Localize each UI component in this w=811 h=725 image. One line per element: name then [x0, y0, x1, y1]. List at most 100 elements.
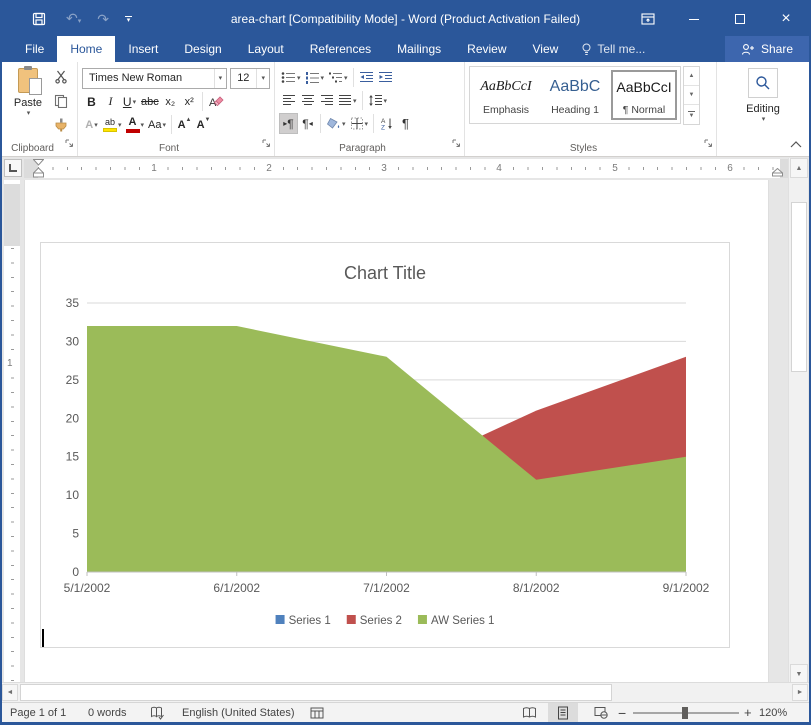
- align-right-button[interactable]: [317, 90, 336, 111]
- y-tick-label: 20: [66, 411, 80, 425]
- minimize-button[interactable]: [671, 2, 717, 36]
- styles-dialog-launcher[interactable]: [703, 135, 713, 153]
- shrink-font-button[interactable]: A▼: [194, 114, 213, 135]
- styles-scroll-up-button[interactable]: ▲: [684, 67, 699, 86]
- show-paragraph-marks-button[interactable]: ¶: [396, 113, 415, 134]
- scroll-down-button[interactable]: ▼: [790, 664, 808, 684]
- decrease-indent-button[interactable]: [357, 67, 376, 88]
- tab-insert[interactable]: Insert: [115, 36, 171, 62]
- redo-button[interactable]: ↷: [97, 12, 109, 26]
- scroll-down-icon: ▼: [796, 671, 803, 678]
- text-effects-button[interactable]: A▾: [82, 114, 101, 135]
- share-label: Share: [761, 42, 793, 56]
- copy-button[interactable]: [50, 90, 72, 112]
- styles-more-button[interactable]: ▼: [684, 105, 699, 124]
- word-count[interactable]: 0 words: [88, 703, 127, 722]
- vertical-scroll-thumb[interactable]: [791, 202, 807, 372]
- font-dialog-launcher[interactable]: [261, 135, 271, 153]
- editing-group-label[interactable]: Editing: [746, 103, 780, 115]
- font-size-caret-icon[interactable]: ▾: [256, 69, 269, 88]
- tab-home[interactable]: Home: [57, 36, 115, 62]
- web-layout-button[interactable]: [586, 703, 616, 722]
- maximize-button[interactable]: [717, 2, 763, 36]
- font-name-combo[interactable]: Times New Roman ▾: [82, 68, 227, 89]
- tab-review[interactable]: Review: [454, 36, 519, 62]
- tab-mailings[interactable]: Mailings: [384, 36, 454, 62]
- paste-button[interactable]: Paste ▾: [8, 68, 48, 134]
- undo-button[interactable]: ↶▾: [66, 10, 81, 28]
- tab-file[interactable]: File: [12, 36, 57, 62]
- horizontal-scroll-thumb[interactable]: [20, 684, 612, 701]
- format-painter-button[interactable]: [50, 114, 72, 136]
- tab-design[interactable]: Design: [171, 36, 234, 62]
- font-color-button[interactable]: A ▾: [124, 114, 147, 135]
- horizontal-scrollbar[interactable]: ◄ ►: [2, 682, 809, 702]
- page-indicator[interactable]: Page 1 of 1: [10, 703, 66, 722]
- line-spacing-button[interactable]: ▾: [366, 90, 390, 111]
- chart-object[interactable]: 5/1/20026/1/20027/1/20028/1/20029/1/2002…: [40, 242, 730, 648]
- clipboard-dialog-launcher[interactable]: [64, 135, 74, 153]
- tab-layout[interactable]: Layout: [235, 36, 297, 62]
- font-name-caret-icon[interactable]: ▾: [214, 69, 227, 88]
- paragraph-dialog-launcher[interactable]: [451, 135, 461, 153]
- indent-markers[interactable]: [33, 159, 44, 178]
- left-to-right-button[interactable]: ▸¶: [279, 113, 298, 134]
- bullet-list-button[interactable]: ▾: [279, 67, 303, 88]
- customize-qat-button[interactable]: ▾: [125, 16, 132, 23]
- styles-scroll-down-button[interactable]: ▼: [684, 86, 699, 105]
- document-area[interactable]: 1 5/1/20026/1/20027/1/20028/1/20029/1/20…: [2, 180, 809, 682]
- cut-button[interactable]: [50, 66, 72, 88]
- zoom-slider-handle[interactable]: [682, 707, 688, 719]
- right-indent-marker[interactable]: [772, 168, 783, 177]
- zoom-out-button[interactable]: −: [618, 703, 626, 722]
- tab-view[interactable]: View: [520, 36, 572, 62]
- clear-formatting-button[interactable]: A: [206, 91, 226, 112]
- font-size-combo[interactable]: 12 ▾: [230, 68, 270, 89]
- language-indicator[interactable]: English (United States): [182, 703, 295, 722]
- tab-selector-button[interactable]: [4, 159, 22, 177]
- proofing-status-button[interactable]: [150, 703, 165, 722]
- underline-button[interactable]: U▾: [120, 91, 139, 112]
- justify-button[interactable]: ▾: [336, 90, 359, 111]
- sort-button[interactable]: AZ: [377, 113, 396, 134]
- read-mode-button[interactable]: [514, 703, 544, 722]
- italic-button[interactable]: I: [101, 91, 120, 112]
- align-center-button[interactable]: [298, 90, 317, 111]
- collapse-ribbon-button[interactable]: [790, 135, 802, 153]
- superscript-button[interactable]: x²: [180, 91, 199, 112]
- right-to-left-button[interactable]: ¶◂: [298, 113, 317, 134]
- multilevel-list-button[interactable]: ▾: [326, 67, 350, 88]
- close-button[interactable]: ×: [763, 2, 809, 36]
- font-size-value: 12: [237, 72, 249, 84]
- macro-record-button[interactable]: [310, 703, 324, 722]
- style-card-normal-selected[interactable]: AaBbCcI ¶ Normal: [611, 70, 677, 120]
- align-left-button[interactable]: [279, 90, 298, 111]
- zoom-in-button[interactable]: +: [744, 703, 752, 722]
- scroll-up-button[interactable]: ▲: [790, 158, 808, 178]
- ribbon-display-options-button[interactable]: [625, 2, 671, 36]
- tell-me-box[interactable]: Tell me...: [571, 36, 655, 62]
- style-card-heading1[interactable]: AaBbC Heading 1: [542, 70, 608, 120]
- borders-button[interactable]: ▾: [348, 113, 371, 134]
- zoom-level[interactable]: 120%: [759, 703, 787, 722]
- numbered-list-button[interactable]: ▾: [303, 67, 327, 88]
- shading-button[interactable]: ▾: [324, 113, 348, 134]
- scroll-right-button[interactable]: ►: [792, 684, 808, 701]
- increase-indent-button[interactable]: [376, 67, 395, 88]
- share-button[interactable]: Share: [725, 36, 809, 62]
- scroll-left-button[interactable]: ◄: [2, 684, 18, 701]
- tab-references[interactable]: References: [297, 36, 384, 62]
- bold-button[interactable]: B: [82, 91, 101, 112]
- strikethrough-button[interactable]: abc: [139, 91, 161, 112]
- ribbon: Paste ▾: [2, 62, 809, 157]
- print-layout-button[interactable]: [548, 703, 578, 722]
- change-case-button[interactable]: Aa▾: [146, 114, 168, 135]
- style-card-emphasis[interactable]: AaBbCcI Emphasis: [473, 70, 539, 120]
- highlight-color-button[interactable]: ab ▾: [101, 114, 124, 135]
- find-button[interactable]: [748, 68, 778, 98]
- grow-font-button[interactable]: A▲: [175, 114, 194, 135]
- save-button[interactable]: [28, 8, 50, 30]
- subscript-button[interactable]: x₂: [161, 91, 180, 112]
- vertical-scrollbar[interactable]: ▲ ▼: [788, 158, 808, 684]
- lightbulb-icon: [581, 43, 592, 56]
